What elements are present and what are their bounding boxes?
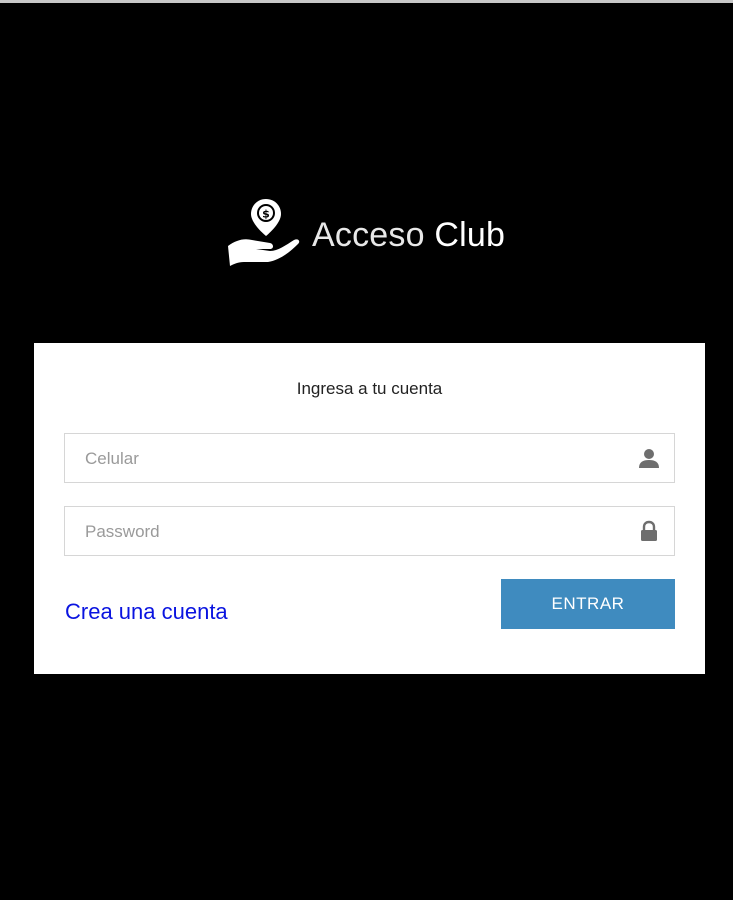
brand-name: Acceso Club xyxy=(312,218,505,252)
svg-text:$: $ xyxy=(262,208,270,221)
window-top-border xyxy=(0,0,733,3)
brand-name-part1: Acceso xyxy=(312,216,425,254)
hand-money-pin-icon: $ xyxy=(228,199,300,266)
password-field[interactable] xyxy=(64,506,675,557)
password-input[interactable] xyxy=(83,507,627,557)
brand-name-part2: Club xyxy=(434,216,506,254)
login-card: Ingresa a tu cuenta Crea una cuenta ENTR… xyxy=(34,343,705,674)
create-account-link[interactable]: Crea una cuenta xyxy=(65,599,228,625)
phone-input[interactable] xyxy=(83,434,627,484)
phone-field[interactable] xyxy=(64,433,675,484)
submit-button[interactable]: ENTRAR xyxy=(501,579,675,629)
brand-logo: $ Acceso Club xyxy=(226,196,505,268)
lock-icon xyxy=(641,520,657,541)
login-title: Ingresa a tu cuenta xyxy=(296,379,443,398)
user-icon xyxy=(639,449,659,468)
